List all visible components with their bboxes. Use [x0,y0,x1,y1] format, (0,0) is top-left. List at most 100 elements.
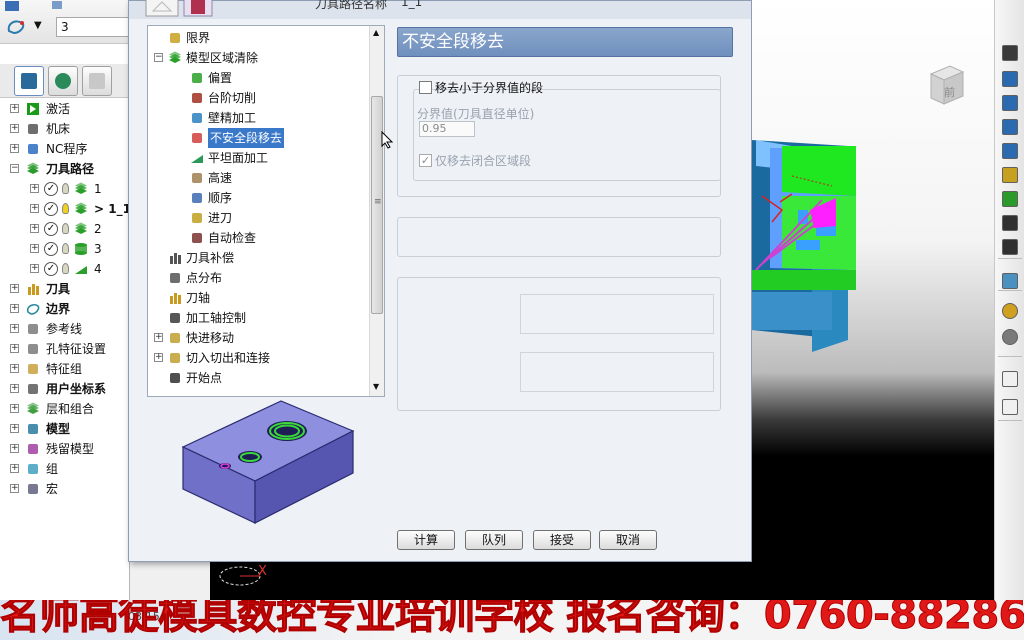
strategy-page-item[interactable]: 限界 [148,28,368,48]
tree-item[interactable]: + NC程序 [0,140,130,158]
remove-segments-checkbox[interactable] [419,81,432,94]
tree-item[interactable]: + ✓ 4 [0,260,130,278]
check-icon[interactable]: ✓ [44,242,58,256]
tree-item[interactable]: + 参考线 [0,320,130,338]
strategy-page-item[interactable]: 平坦面加工 [148,148,368,168]
tree-expander-icon[interactable]: + [30,204,39,213]
tree-item[interactable]: + ✓ 2 [0,220,130,238]
strategy-image-icon[interactable] [183,0,213,17]
tree-expander-icon[interactable]: − [10,164,19,173]
tree-item[interactable]: + 组 [0,460,130,478]
tree-expander-icon[interactable]: + [10,364,19,373]
strategy-page-item[interactable]: − 模型区域清除 [148,48,368,68]
tree-item[interactable]: − 刀具路径 [0,160,130,178]
zoom-box-icon[interactable] [1000,238,1020,256]
tree-expander-icon[interactable]: + [30,264,39,273]
strategy-preview-icon[interactable] [145,0,179,17]
tree-expander-icon[interactable]: + [10,404,19,413]
tree-expander-icon[interactable]: + [154,353,163,362]
strategy-page-item[interactable]: 高速 [148,168,368,188]
tree-item[interactable]: + 层和组合 [0,400,130,418]
tree-expander-icon[interactable]: + [30,244,39,253]
zoom-fit-icon[interactable] [1000,214,1020,232]
tree-item[interactable]: + 激活 [0,100,130,118]
strategy-page-item[interactable]: 刀轴 [148,288,368,308]
tree-item[interactable]: + ✓ > 1_1 [0,200,131,218]
queue-button[interactable]: 队列 [465,530,523,550]
tree-item[interactable]: + 残留模型 [0,440,130,458]
toolpath-name-value[interactable]: 1_1 [401,0,422,9]
wireframe-icon[interactable] [1000,328,1020,346]
tree-expander-icon[interactable]: + [10,384,19,393]
lightbulb-icon[interactable] [62,263,69,274]
tree-expander-icon[interactable]: + [10,484,19,493]
tree-item[interactable]: + 特征组 [0,360,130,378]
material-icon[interactable] [1000,302,1020,320]
toolpath-combo[interactable]: 3 [56,17,130,37]
tree-item[interactable]: + 模型 [0,420,130,438]
view-iso2-icon[interactable] [1000,94,1020,112]
check-icon[interactable]: ✓ [44,182,58,196]
calculate-button[interactable]: 计算 [397,530,455,550]
threshold-input[interactable]: 0.95 [419,121,475,137]
tree-expander-icon[interactable]: − [154,53,163,62]
tree-expander-icon[interactable]: + [10,344,19,353]
tree-item[interactable]: + 宏 [0,480,130,498]
operations-tree-icon[interactable] [14,66,44,96]
lightbulb-icon[interactable] [62,223,69,234]
check-icon[interactable]: ✓ [44,202,58,216]
toolbar-small-icon[interactable] [50,0,68,16]
strategy-page-item[interactable]: 偏置 [148,68,368,88]
toolpath-toolbar-icon[interactable] [4,0,22,16]
accept-button[interactable]: 接受 [533,530,591,550]
cup-icon[interactable] [82,66,112,96]
3d-viewport[interactable]: 前 [752,0,994,600]
tree-expander-icon[interactable]: + [10,444,19,453]
tree-item[interactable]: + ✓ 3 [0,240,130,258]
boundary-draw-icon[interactable] [6,17,28,37]
scroll-up-icon[interactable]: ▲ [373,28,379,37]
select-icon[interactable] [1000,370,1020,388]
cancel-button[interactable]: 取消 [599,530,657,550]
check-icon[interactable]: ✓ [44,262,58,276]
tree-item[interactable]: + 用户坐标系 [0,380,130,398]
lightbulb-icon[interactable] [62,183,69,194]
tree-expander-icon[interactable]: + [10,284,19,293]
tree-expander-icon[interactable]: + [10,424,19,433]
undo-select-icon[interactable] [1000,398,1020,416]
tree-expander-icon[interactable]: + [10,104,19,113]
refresh-icon[interactable] [1000,190,1020,208]
tree-expander-icon[interactable]: + [30,184,39,193]
shaded-icon[interactable] [1000,272,1020,290]
tree-expander-icon[interactable]: + [10,464,19,473]
strategy-page-item[interactable]: 顺序 [148,188,368,208]
tree-scrollbar[interactable]: ▲ ≡ ▼ [369,26,384,396]
tree-expander-icon[interactable]: + [10,144,19,153]
globe-icon[interactable] [48,66,78,96]
view-iso1-icon[interactable] [1000,70,1020,88]
tree-expander-icon[interactable]: + [30,224,39,233]
strategy-page-item[interactable]: 开始点 [148,368,368,388]
strategy-page-item[interactable]: 点分布 [148,268,368,288]
tree-item[interactable]: + 刀具 [0,280,130,298]
view-cube[interactable]: 前 [928,62,966,106]
lightbulb-icon[interactable] [62,243,69,254]
tree-item[interactable]: + ✓ 1 [0,180,130,198]
tree-expander-icon[interactable]: + [154,333,163,342]
tree-expander-icon[interactable]: + [10,124,19,133]
strategy-page-item[interactable]: + 切入切出和连接 [148,348,368,368]
strategy-page-item[interactable]: 刀具补偿 [148,248,368,268]
strategy-page-item[interactable]: + 快进移动 [148,328,368,348]
strategy-page-item[interactable]: 加工轴控制 [148,308,368,328]
scroll-down-icon[interactable]: ▼ [373,382,379,391]
lightbulb-icon[interactable] [62,203,69,214]
strategy-page-item[interactable]: 壁精加工 [148,108,368,128]
tree-item[interactable]: + 孔特征设置 [0,340,130,358]
check-icon[interactable]: ✓ [44,222,58,236]
strategy-page-item[interactable]: 自动检查 [148,228,368,248]
strategy-page-item[interactable]: 不安全段移去 [148,128,368,148]
strategy-page-item[interactable]: 进刀 [148,208,368,228]
tree-item[interactable]: + 边界 [0,300,130,318]
view-iso4-icon[interactable] [1000,142,1020,160]
tree-expander-icon[interactable]: + [10,324,19,333]
